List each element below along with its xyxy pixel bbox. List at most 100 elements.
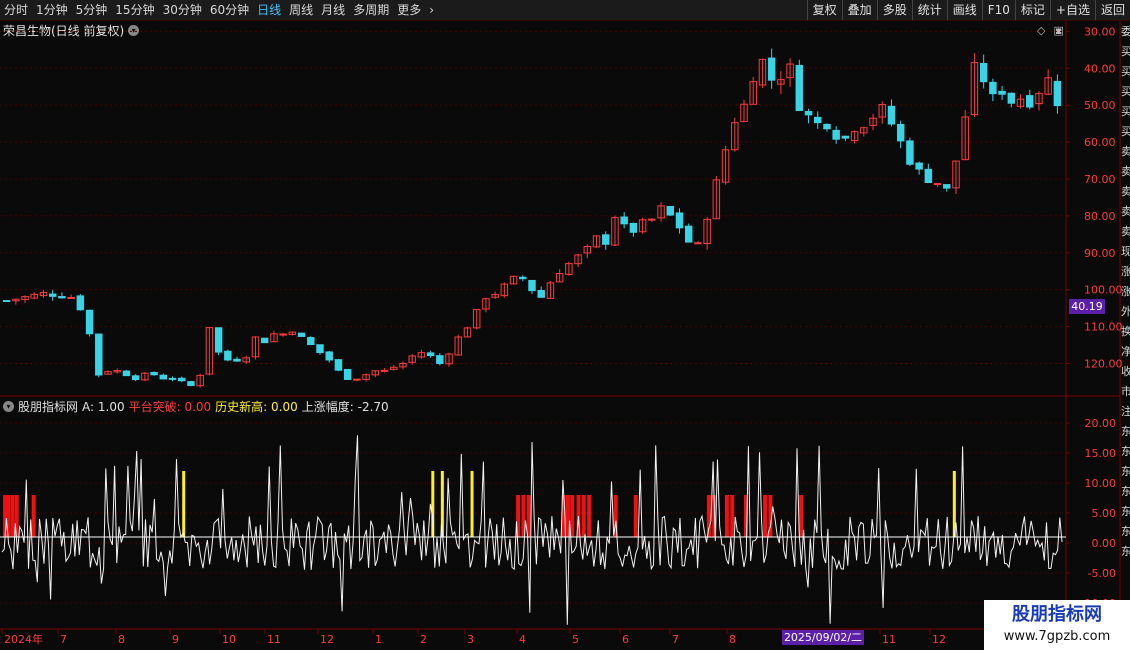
date-label: 6 — [622, 633, 629, 646]
side-label: 买 — [1121, 125, 1130, 138]
candle-body — [1053, 80, 1062, 107]
price-tick-label: 70.00 — [1084, 173, 1116, 186]
date-label: 7 — [60, 633, 67, 646]
candle-body — [426, 352, 435, 357]
indicator-tick-label: 0.00 — [1092, 537, 1117, 550]
candle-body — [353, 378, 361, 381]
side-label: 东 — [1121, 465, 1130, 478]
candle-body — [76, 295, 85, 311]
side-label: 买 — [1121, 105, 1130, 118]
candle-body — [168, 377, 177, 380]
new-high-bar — [470, 471, 474, 537]
candle-body — [380, 369, 389, 372]
indicator-tick-label: 15.00 — [1085, 447, 1117, 460]
candle-body — [325, 351, 333, 361]
indicator-tick-label: 20.00 — [1085, 417, 1117, 430]
price-tick-label: 120.00 — [1084, 357, 1123, 370]
candle-body — [334, 359, 343, 371]
side-label: 注 — [1121, 405, 1130, 418]
candle-body — [1026, 95, 1034, 108]
date-label: 3 — [467, 633, 474, 646]
side-label: 换 — [1121, 325, 1130, 338]
side-label: 涨 — [1121, 265, 1130, 278]
indicator-name: 股朋指标网 — [18, 400, 79, 414]
date-label: 8 — [729, 633, 736, 646]
date-label: 4 — [519, 633, 526, 646]
candle-body — [684, 225, 693, 243]
candle-body — [297, 332, 306, 337]
date-label: 12 — [932, 633, 946, 646]
candle-body — [906, 140, 914, 165]
candle-body — [48, 293, 57, 297]
candle-body — [943, 184, 951, 189]
side-label: 买 — [1121, 45, 1130, 58]
candle-body — [979, 63, 988, 83]
breakout-bar — [730, 495, 735, 537]
date-label: 2 — [420, 633, 427, 646]
candle-body — [436, 355, 444, 364]
indicator-series-a: A: 1.00 — [82, 399, 125, 414]
indicator-title[interactable]: ▾ 股朋指标网 A: 1.00 平台突破: 0.00 历史新高: 0.00 上涨… — [3, 398, 389, 415]
candle-body — [85, 309, 94, 335]
candle-body — [178, 377, 186, 382]
side-label: 卖 — [1121, 165, 1130, 178]
candle-body — [629, 222, 638, 233]
candle-body — [131, 375, 140, 381]
side-label: 买 — [1121, 85, 1130, 98]
candle-body — [233, 358, 241, 362]
candle-body — [159, 374, 168, 380]
candle-body — [2, 300, 11, 303]
candle-body — [519, 276, 527, 280]
watermark-url: www.7gpzb.com — [1003, 629, 1111, 644]
price-tick-label: 100.00 — [1084, 284, 1123, 297]
side-panel-labels: 委买买买买买卖卖卖卖卖现涨涨外换净收市注东东东东东东东 — [1121, 22, 1130, 627]
chevron-down-icon[interactable]: ▾ — [3, 401, 14, 412]
indicator-series-rise: 上涨幅度: -2.70 — [301, 400, 389, 414]
candle-body — [933, 183, 942, 186]
side-label: 卖 — [1121, 185, 1130, 198]
candle-body — [675, 212, 684, 229]
candle-body — [67, 296, 75, 299]
date-label: 12 — [320, 633, 334, 646]
price-tick-label: 30.00 — [1084, 25, 1116, 38]
date-label: 5 — [572, 633, 579, 646]
price-tick-label: 60.00 — [1084, 136, 1116, 149]
candle-body — [150, 372, 158, 376]
candle-body — [260, 337, 269, 344]
side-label: 东 — [1121, 505, 1130, 518]
price-tick-label: 40.00 — [1084, 62, 1116, 75]
candle-body — [666, 205, 674, 216]
breakout-bar — [6, 495, 11, 537]
side-label: 东 — [1121, 545, 1130, 558]
candle-body — [537, 289, 545, 298]
date-label: 11 — [882, 633, 896, 646]
candle-body — [998, 90, 1006, 95]
candle-body — [694, 242, 702, 245]
rise-oscillator-line — [1, 435, 1063, 625]
candle-body — [224, 350, 232, 361]
breakout-bar — [581, 495, 586, 537]
candle-body — [804, 110, 813, 116]
candle-body — [307, 337, 315, 346]
watermark: 股朋指标网 www.7gpzb.com — [984, 600, 1130, 650]
breakout-bar — [587, 495, 592, 537]
candle-body — [95, 333, 103, 376]
candle-body — [214, 327, 223, 353]
candle-body — [620, 216, 628, 225]
price-tick-label: 80.00 — [1084, 210, 1116, 223]
side-label: 东 — [1121, 445, 1130, 458]
chart-canvas[interactable]: 120.00110.00100.0090.0080.0070.0060.0050… — [0, 0, 1130, 650]
breakout-bar — [724, 495, 729, 537]
candle-body — [187, 381, 195, 386]
candle-body — [887, 105, 896, 125]
date-label: 11 — [267, 633, 281, 646]
indicator-series-breakout: 平台突破: 0.00 — [128, 400, 212, 414]
price-tick-label: 110.00 — [1084, 321, 1123, 334]
indicator-tick-label: 10.00 — [1085, 477, 1117, 490]
candle-body — [814, 116, 822, 124]
indicator-series-new-high: 历史新高: 0.00 — [215, 400, 298, 414]
breakout-bar — [763, 495, 768, 537]
breakout-bar — [10, 495, 15, 537]
candle-body — [841, 135, 850, 139]
candle-body — [528, 279, 536, 292]
